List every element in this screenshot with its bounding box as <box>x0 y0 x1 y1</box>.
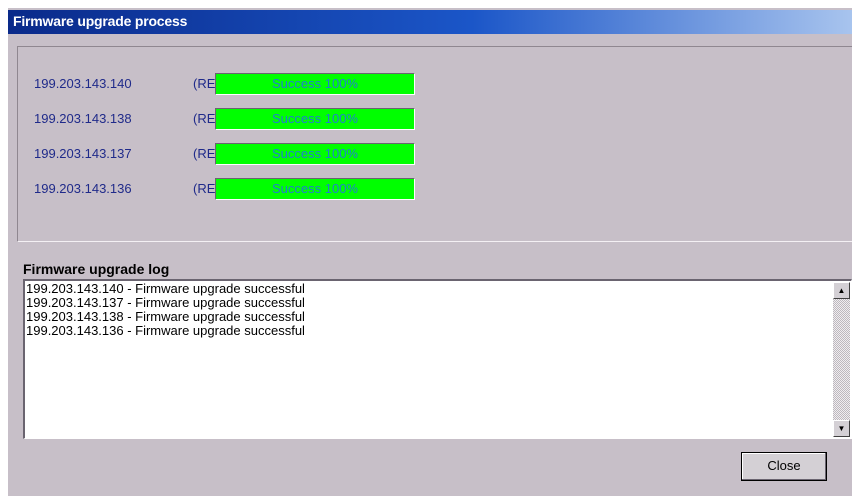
scroll-down-arrow-icon[interactable]: ▼ <box>833 420 850 437</box>
log-line: 199.203.143.136 - Firmware upgrade succe… <box>26 323 305 338</box>
device-row: 199.203.143.136 (RE Success 100% <box>18 178 438 200</box>
device-status-prefix: (RE <box>193 76 216 91</box>
device-ip: 199.203.143.137 <box>34 146 132 161</box>
progress-bar: Success 100% <box>215 143 415 165</box>
progress-bar: Success 100% <box>215 178 415 200</box>
log-lines: 199.203.143.140 - Firmware upgrade succe… <box>26 282 831 338</box>
scroll-up-arrow-icon[interactable]: ▲ <box>833 282 850 299</box>
device-status-prefix: (RE <box>193 181 216 196</box>
progress-bar: Success 100% <box>215 73 415 95</box>
device-progress-panel: 199.203.143.140 (RE Success 100% 199.203… <box>17 46 852 242</box>
window-title: Firmware upgrade process <box>13 13 188 29</box>
close-button[interactable]: Close <box>741 452 827 481</box>
progress-label: Success 100% <box>272 76 358 91</box>
device-row: 199.203.143.138 (RE Success 100% <box>18 108 438 130</box>
firmware-upgrade-window: Firmware upgrade process 199.203.143.140… <box>8 8 852 496</box>
device-row: 199.203.143.140 (RE Success 100% <box>18 73 438 95</box>
log-line: 199.203.143.138 - Firmware upgrade succe… <box>26 309 305 324</box>
device-ip: 199.203.143.138 <box>34 111 132 126</box>
log-heading: Firmware upgrade log <box>23 261 170 277</box>
device-row: 199.203.143.137 (RE Success 100% <box>18 143 438 165</box>
device-ip: 199.203.143.136 <box>34 181 132 196</box>
progress-label: Success 100% <box>272 111 358 126</box>
log-scrollbar[interactable]: ▲ ▼ <box>833 282 850 437</box>
log-line: 199.203.143.140 - Firmware upgrade succe… <box>26 281 305 296</box>
progress-label: Success 100% <box>272 146 358 161</box>
progress-bar: Success 100% <box>215 108 415 130</box>
log-textarea[interactable]: 199.203.143.140 - Firmware upgrade succe… <box>23 279 852 439</box>
title-bar[interactable]: Firmware upgrade process <box>8 10 852 34</box>
log-line: 199.203.143.137 - Firmware upgrade succe… <box>26 295 305 310</box>
device-status-prefix: (RE <box>193 146 216 161</box>
device-ip: 199.203.143.140 <box>34 76 132 91</box>
progress-label: Success 100% <box>272 181 358 196</box>
device-status-prefix: (RE <box>193 111 216 126</box>
